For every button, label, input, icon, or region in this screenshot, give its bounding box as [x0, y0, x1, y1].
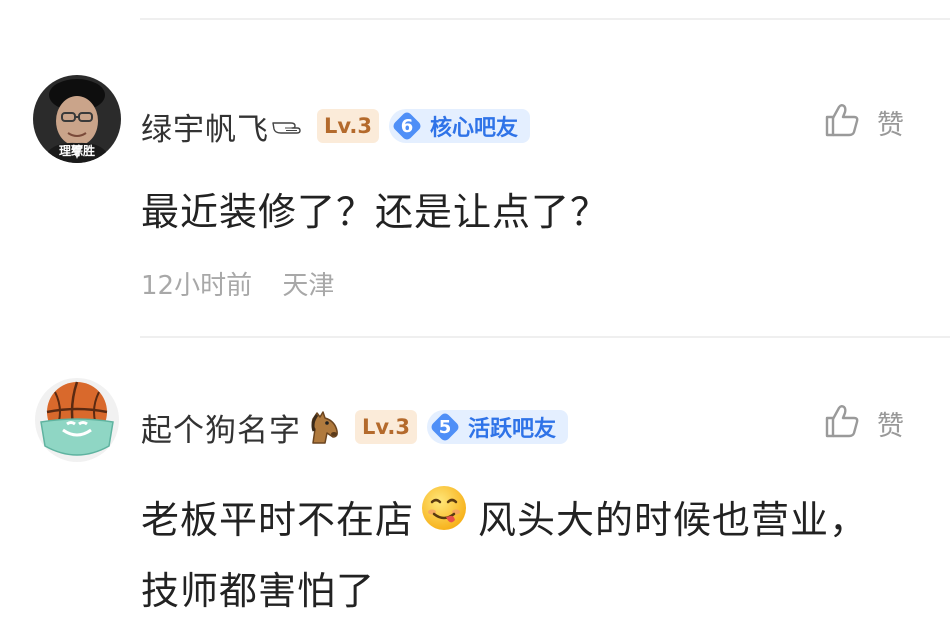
user-info-row: 起个狗名字 Lv.3 5 活跃吧友	[141, 405, 568, 450]
avatar-caption: 理综胜	[58, 144, 95, 158]
username[interactable]: 起个狗名字	[141, 405, 301, 450]
like-label: 赞	[877, 410, 904, 442]
member-level-number: 5	[438, 416, 452, 438]
level-badge: Lv.3	[317, 109, 379, 143]
like-label: 赞	[877, 109, 904, 141]
comment-location: 天津	[282, 271, 335, 301]
yum-face-emoji	[420, 484, 468, 553]
member-badge: 5 活跃吧友	[426, 410, 568, 444]
like-button[interactable]: 赞	[823, 100, 904, 144]
diamond-icon: 6	[392, 111, 422, 141]
comment-text-part2: 风头大的时候也营业，	[478, 498, 869, 542]
avatar[interactable]: 理综胜	[33, 75, 121, 163]
member-badge-label: 活跃吧友	[467, 417, 556, 442]
comment-text-part1: 老板平时不在店	[141, 498, 415, 542]
avatar[interactable]	[33, 376, 121, 464]
comment-text-line2: 技师都害怕了	[141, 569, 376, 613]
diamond-icon: 5	[430, 412, 460, 442]
comment-item: 理综胜 绿宇帆飞 Lv.3 6 核心吧友 赞 最近装修了？还是让点了？ 12小时…	[0, 0, 950, 336]
comment-item: 起个狗名字 Lv.3 5 活跃吧友 赞 老板平时不在店 风头大的时候也营业， 技…	[0, 338, 950, 641]
member-badge: 6 核心吧友	[388, 109, 530, 143]
pointing-hand-icon	[271, 115, 305, 137]
thumbs-up-icon	[823, 402, 861, 444]
username[interactable]: 绿宇帆飞	[141, 104, 269, 149]
member-level-number: 6	[400, 115, 414, 137]
like-button[interactable]: 赞	[823, 401, 904, 445]
level-badge: Lv.3	[355, 410, 417, 444]
comment-text: 最近装修了？还是让点了？	[141, 190, 610, 234]
comment-meta: 12小时前 天津	[141, 265, 334, 302]
comment-text: 老板平时不在店 风头大的时候也营业， 技师都害怕了	[141, 486, 950, 625]
horse-icon	[303, 409, 343, 445]
user-info-row: 绿宇帆飞 Lv.3 6 核心吧友	[141, 104, 530, 149]
member-badge-label: 核心吧友	[429, 116, 518, 141]
comment-time: 12小时前	[141, 271, 253, 301]
thumbs-up-icon	[823, 101, 861, 143]
